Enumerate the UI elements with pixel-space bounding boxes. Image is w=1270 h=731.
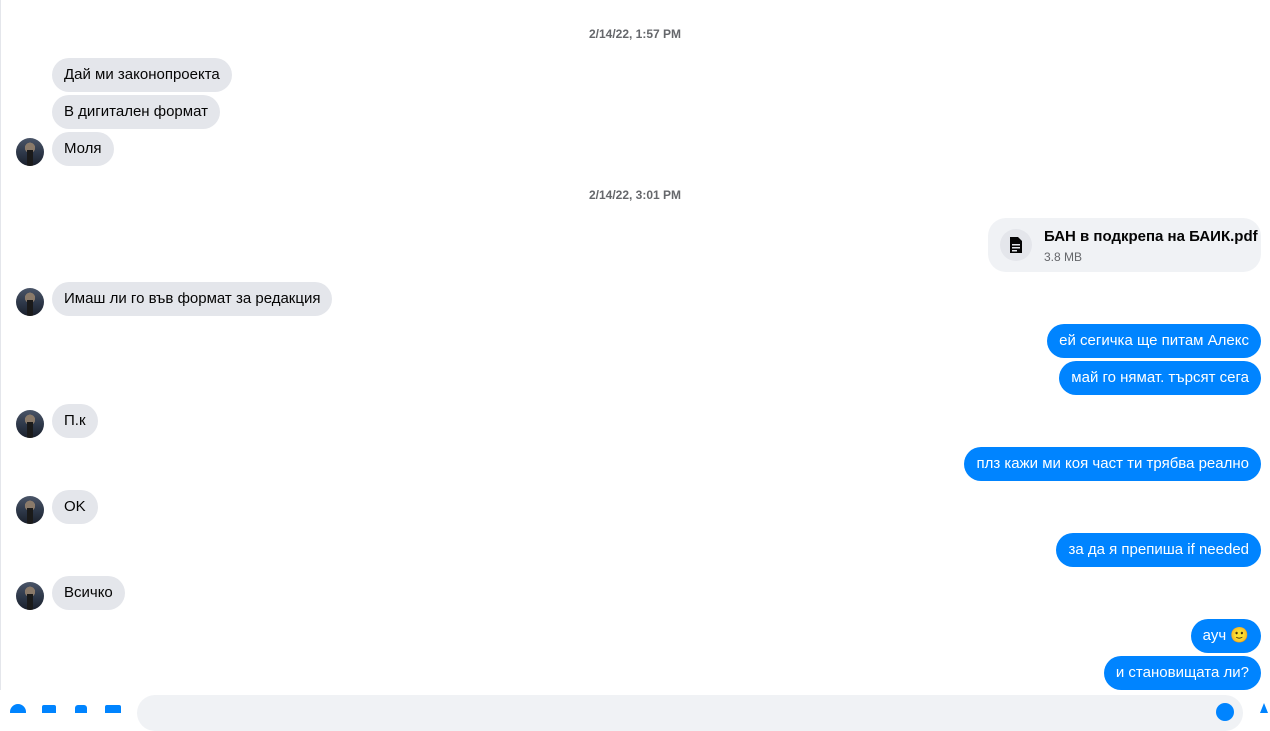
attachment-size: 3.8 MB xyxy=(1044,250,1083,264)
outgoing-message[interactable]: за да я препиша if needed xyxy=(1056,533,1261,567)
avatar[interactable] xyxy=(16,288,44,316)
avatar[interactable] xyxy=(16,410,44,438)
attachment-name: БАН в подкрепа на БАИК.pdf xyxy=(1044,228,1258,245)
thumbs-up-icon[interactable] xyxy=(1258,701,1270,713)
timestamp: 2/14/22, 3:01 PM xyxy=(588,188,682,202)
incoming-message[interactable]: П.к xyxy=(52,404,98,438)
incoming-message[interactable]: В дигитален формат xyxy=(52,95,220,129)
message-input[interactable] xyxy=(137,695,1243,731)
emoji-icon[interactable] xyxy=(1216,703,1234,721)
incoming-message[interactable]: Дай ми законопроекта xyxy=(52,58,232,92)
pane-border xyxy=(0,0,1,710)
outgoing-message[interactable]: ей сегичка ще питам Алекс xyxy=(1047,324,1261,358)
photo-icon[interactable] xyxy=(40,703,58,713)
incoming-message[interactable]: Моля xyxy=(52,132,114,166)
sticker-icon[interactable] xyxy=(72,703,90,713)
avatar[interactable] xyxy=(16,582,44,610)
outgoing-message[interactable]: ауч 🙂 xyxy=(1190,619,1261,653)
document-icon xyxy=(1000,229,1032,261)
outgoing-message[interactable]: и становищата ли? xyxy=(1103,656,1261,690)
outgoing-message[interactable]: плз кажи ми коя част ти трябва реално xyxy=(964,447,1261,481)
incoming-message[interactable]: Всичко xyxy=(52,576,125,610)
timestamp: 2/14/22, 1:57 PM xyxy=(588,27,682,41)
incoming-message[interactable]: Имаш ли го във формат за редакция xyxy=(52,282,333,316)
file-attachment[interactable]: БАН в подкрепа на БАИК.pdf 3.8 MB xyxy=(988,218,1261,272)
avatar[interactable] xyxy=(16,496,44,524)
avatar[interactable] xyxy=(16,138,44,166)
gif-icon[interactable] xyxy=(104,703,122,713)
plus-circle-icon[interactable] xyxy=(9,703,27,713)
incoming-message[interactable]: OK xyxy=(52,490,98,524)
outgoing-message[interactable]: май го нямат. търсят сега xyxy=(1059,361,1261,395)
